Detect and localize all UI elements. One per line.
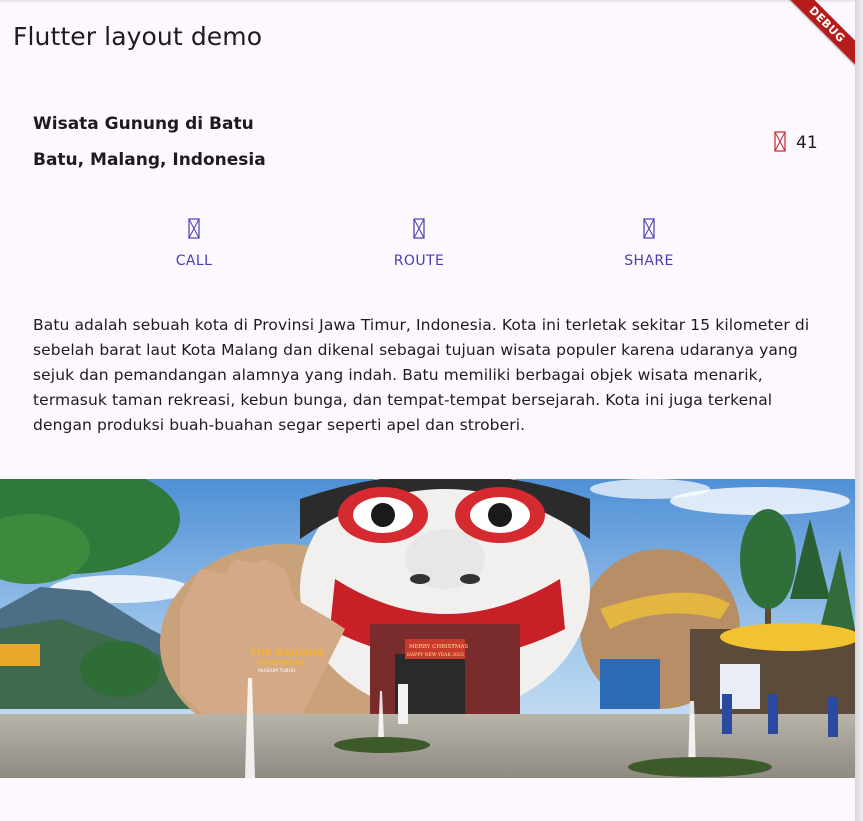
share-button-label: SHARE — [624, 253, 674, 269]
route-button-label: ROUTE — [393, 253, 445, 269]
star-count: 41 — [796, 133, 818, 153]
missing-glyph-icon — [413, 218, 425, 239]
missing-glyph-icon — [774, 131, 786, 152]
call-button[interactable]: CALL — [134, 210, 254, 280]
image-sign-line3: MUSEUM TUBUH — [258, 668, 295, 674]
scene-image: THE BAGONG ADVENTURE MUSEUM TUBUH MERRY … — [0, 479, 855, 778]
place-location: Batu, Malang, Indonesia — [33, 150, 266, 170]
app-window: Flutter layout demo Wisata Gunung di Bat… — [0, 0, 855, 821]
missing-glyph-icon — [643, 218, 655, 239]
app-title: Flutter layout demo — [13, 22, 263, 51]
scrollbar-track[interactable] — [855, 0, 863, 821]
image-sign-line2: ADVENTURE — [257, 659, 305, 667]
place-name: Wisata Gunung di Batu — [33, 114, 254, 134]
debug-banner-wrapper: DEBUG — [775, 0, 855, 80]
image-banner-line1: MERRY CHRISTMAS — [409, 644, 468, 650]
title-section: Wisata Gunung di Batu Batu, Malang, Indo… — [33, 110, 823, 180]
missing-glyph-icon — [188, 218, 200, 239]
image-sign-line1: THE BAGONG — [250, 648, 324, 659]
description-text: Batu adalah sebuah kota di Provinsi Jawa… — [33, 316, 810, 434]
app-bar: Flutter layout demo — [0, 2, 855, 72]
image-banner-line2: HAPPY NEW YEAR 2023 — [407, 652, 464, 658]
call-button-label: CALL — [175, 253, 213, 269]
debug-banner: DEBUG — [778, 0, 855, 73]
share-button[interactable]: SHARE — [589, 210, 709, 280]
route-button[interactable]: ROUTE — [359, 210, 479, 280]
